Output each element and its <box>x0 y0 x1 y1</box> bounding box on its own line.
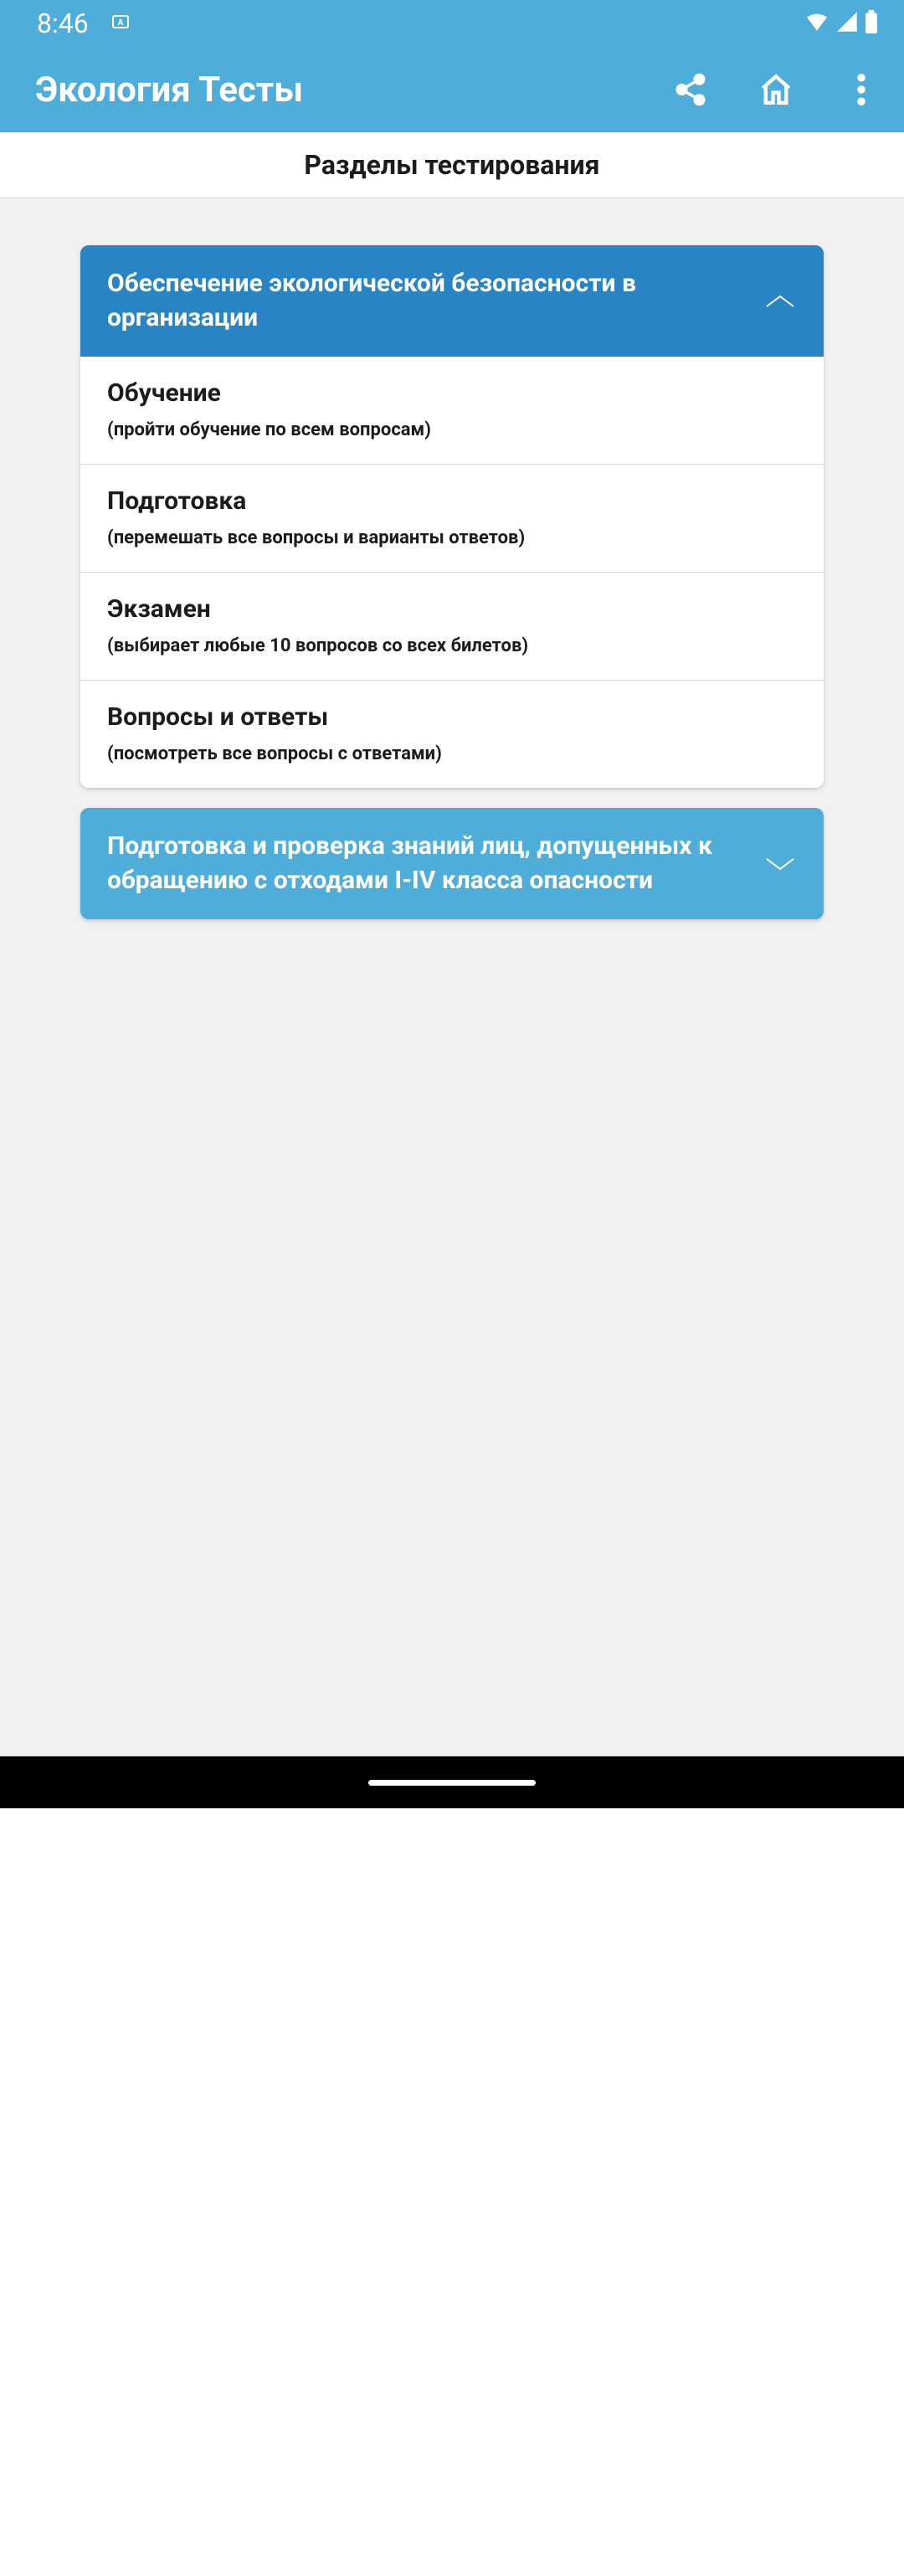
list-item-preparation[interactable]: Подготовка (перемешать все вопросы и вар… <box>80 464 824 572</box>
section-header-collapsed[interactable]: Подготовка и проверка знаний лиц, допуще… <box>80 808 824 919</box>
section-title: Обеспечение экологической безопасности в… <box>107 267 747 335</box>
list-item-subtitle: (посмотреть все вопросы с ответами) <box>107 743 797 764</box>
section-body: Обучение (пройти обучение по всем вопрос… <box>80 357 824 788</box>
svg-text:A: A <box>117 18 123 28</box>
app-actions <box>673 72 879 107</box>
chevron-down-icon <box>763 847 797 881</box>
subtitle: Разделы тестирования <box>304 149 599 181</box>
blank-area <box>0 1756 904 2576</box>
list-item-training[interactable]: Обучение (пройти обучение по всем вопрос… <box>80 357 824 464</box>
list-item-exam[interactable]: Экзамен (выбирает любые 10 вопросов со в… <box>80 572 824 680</box>
status-bar: 8:46 A <box>0 0 904 47</box>
keyboard-icon: A <box>110 12 131 35</box>
section-card-2: Подготовка и проверка знаний лиц, допуще… <box>80 808 824 919</box>
list-item-subtitle: (пройти обучение по всем вопросам) <box>107 419 797 440</box>
app-title: Экология Тесты <box>35 69 673 111</box>
chevron-up-icon <box>763 285 797 318</box>
list-item-title: Экзамен <box>107 594 797 624</box>
more-options-button[interactable] <box>844 72 879 107</box>
section-header-expanded[interactable]: Обеспечение экологической безопасности в… <box>80 245 824 357</box>
status-time: 8:46 <box>37 8 89 39</box>
list-item-title: Обучение <box>107 378 797 408</box>
battery-icon <box>864 10 879 37</box>
list-item-subtitle: (выбирает любые 10 вопросов со всех биле… <box>107 635 797 656</box>
list-item-title: Подготовка <box>107 486 797 516</box>
share-button[interactable] <box>673 72 708 107</box>
list-item-title: Вопросы и ответы <box>107 702 797 732</box>
section-title: Подготовка и проверка знаний лиц, допуще… <box>107 830 747 897</box>
navigation-bar <box>0 1756 904 1808</box>
subtitle-bar: Разделы тестирования <box>0 132 904 198</box>
wifi-icon <box>804 8 830 39</box>
section-card-1: Обеспечение экологической безопасности в… <box>80 245 824 788</box>
home-pill[interactable] <box>368 1780 536 1786</box>
list-item-qa[interactable]: Вопросы и ответы (посмотреть все вопросы… <box>80 680 824 788</box>
content-area: Обеспечение экологической безопасности в… <box>0 198 904 1756</box>
status-left: 8:46 A <box>37 8 131 39</box>
list-item-subtitle: (перемешать все вопросы и варианты ответ… <box>107 527 797 548</box>
home-button[interactable] <box>758 72 794 107</box>
status-right <box>804 8 879 39</box>
signal-icon <box>835 10 859 37</box>
app-bar: Экология Тесты <box>0 47 904 132</box>
